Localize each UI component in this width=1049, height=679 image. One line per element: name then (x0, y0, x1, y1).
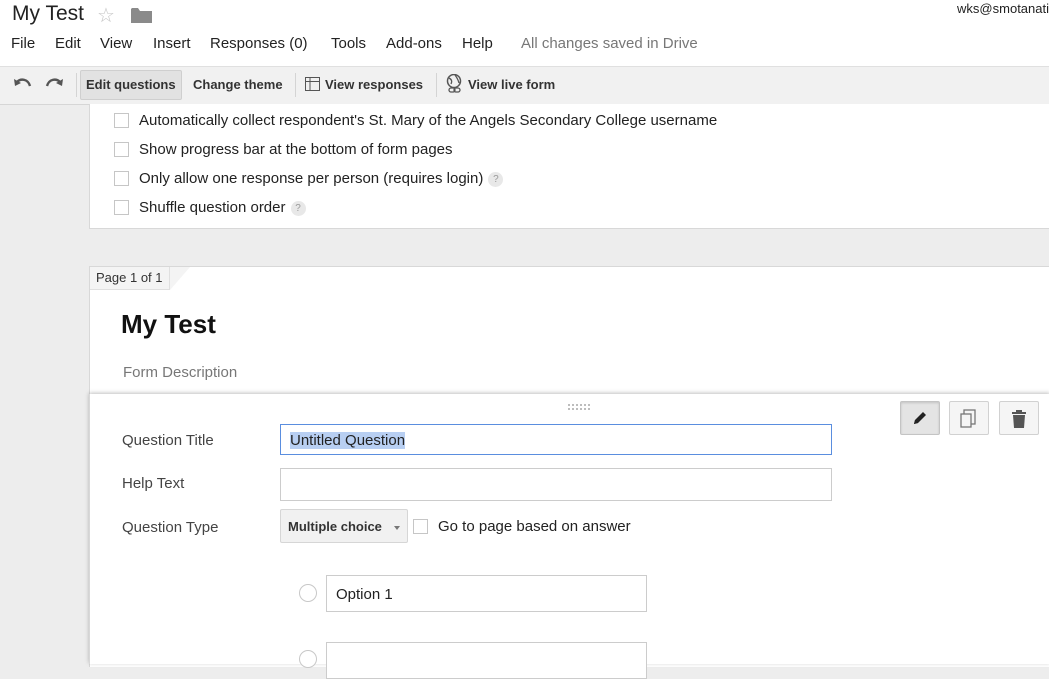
help-icon[interactable]: ? (488, 171, 504, 187)
folder-icon[interactable] (131, 8, 152, 23)
setting-progress-bar[interactable]: Show progress bar at the bottom of form … (114, 141, 453, 161)
menu-add-ons[interactable]: Add-ons (386, 35, 442, 52)
menu-edit[interactable]: Edit (55, 35, 81, 52)
menu-responses[interactable]: Responses (0) (210, 35, 308, 52)
question-title-label: Question Title (122, 432, 214, 449)
form-title[interactable]: My Test (121, 309, 216, 340)
redo-icon[interactable] (44, 76, 64, 94)
star-icon[interactable]: ☆ (97, 3, 115, 28)
toolbar-separator (436, 73, 437, 97)
toolbar: Edit questions Change theme View respons… (0, 66, 1049, 105)
toolbar-separator (295, 73, 296, 97)
help-text-label: Help Text (122, 475, 185, 492)
menu-view[interactable]: View (100, 35, 132, 52)
view-responses-label: View responses (325, 77, 424, 92)
edit-questions-button[interactable]: Edit questions (80, 70, 182, 100)
delete-question-button[interactable] (999, 401, 1039, 435)
setting-label: Show progress bar at the bottom of form … (139, 141, 453, 158)
question-type-label: Question Type (122, 519, 219, 536)
duplicate-question-button[interactable] (949, 401, 989, 435)
form-settings-panel: Automatically collect respondent's St. M… (89, 104, 1049, 229)
globe-link-icon (446, 73, 462, 93)
menu-insert[interactable]: Insert (153, 35, 191, 52)
checkbox[interactable] (413, 518, 428, 534)
drag-handle-icon[interactable] (568, 404, 592, 412)
setting-shuffle-questions[interactable]: Shuffle question order? (114, 199, 306, 219)
page-tab-corner (170, 267, 190, 290)
option-radio (299, 650, 317, 668)
view-live-form-button[interactable]: View live form (446, 71, 555, 99)
pencil-icon (914, 412, 926, 424)
view-live-form-label: View live form (468, 77, 556, 92)
change-theme-button[interactable]: Change theme (193, 71, 283, 99)
duplicate-icon (960, 409, 976, 428)
option-1-input[interactable]: Option 1 (326, 575, 647, 612)
question-type-select[interactable]: Multiple choice (280, 509, 408, 543)
menu-tools[interactable]: Tools (331, 35, 366, 52)
undo-icon[interactable] (13, 76, 33, 94)
checkbox[interactable] (114, 141, 129, 157)
help-icon[interactable]: ? (290, 200, 306, 216)
trash-icon (1012, 410, 1026, 428)
option-2-input[interactable] (326, 642, 647, 679)
question-type-value: Multiple choice (288, 519, 382, 534)
setting-label: Automatically collect respondent's St. M… (139, 112, 718, 129)
setting-collect-username[interactable]: Automatically collect respondent's St. M… (114, 112, 717, 132)
toolbar-separator (76, 73, 77, 97)
edit-question-button[interactable] (900, 401, 940, 435)
menu-help[interactable]: Help (462, 35, 493, 52)
view-responses-button[interactable]: View responses (305, 71, 423, 99)
dropdown-arrow-icon (393, 525, 400, 530)
option-radio (299, 584, 317, 602)
question-title-value: Untitled Question (290, 432, 406, 449)
checkbox[interactable] (114, 199, 129, 215)
form-description[interactable]: Form Description (123, 364, 237, 381)
setting-one-response[interactable]: Only allow one response per person (requ… (114, 170, 504, 190)
title-bar: My Test ☆ wks@smotanati File Edit View I… (0, 0, 1049, 66)
help-text-input[interactable] (280, 468, 832, 501)
checkbox[interactable] (114, 170, 129, 186)
go-to-page-option[interactable]: Go to page based on answer (413, 518, 631, 535)
go-to-page-label: Go to page based on answer (438, 518, 631, 535)
save-status[interactable]: All changes saved in Drive (521, 35, 698, 52)
table-icon (305, 77, 320, 91)
setting-label: Shuffle question order (139, 199, 286, 216)
menu-file[interactable]: File (11, 35, 35, 52)
checkbox[interactable] (114, 112, 129, 128)
question-editor: Question Title Untitled Question Help Te… (89, 394, 1049, 679)
setting-label: Only allow one response per person (requ… (139, 170, 484, 187)
user-email[interactable]: wks@smotanati (957, 1, 1049, 16)
page-indicator: Page 1 of 1 (90, 267, 170, 290)
question-title-input[interactable]: Untitled Question (280, 424, 832, 455)
document-title[interactable]: My Test (12, 2, 84, 26)
